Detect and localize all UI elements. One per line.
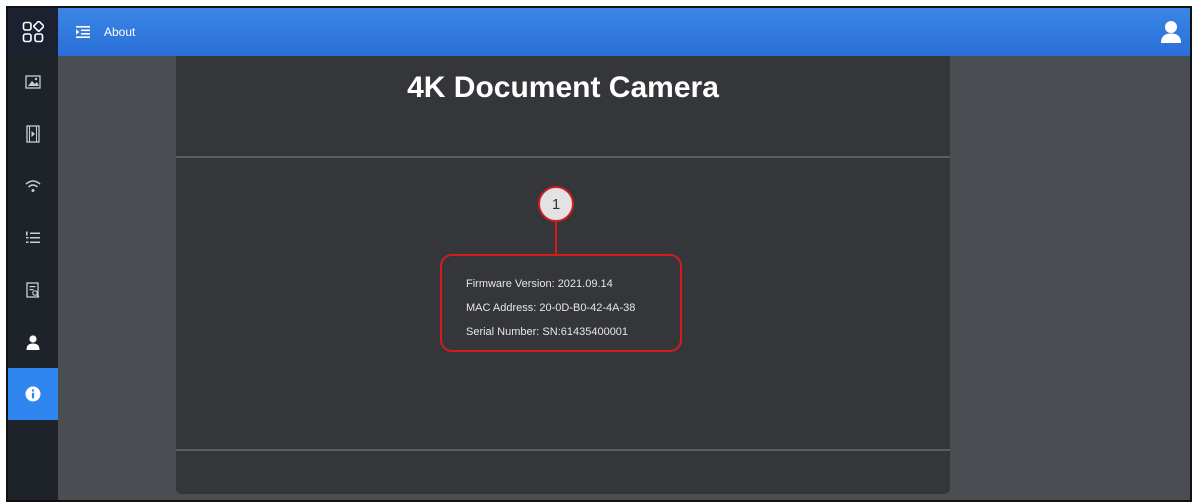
image-icon	[25, 75, 41, 89]
user-icon	[26, 334, 40, 350]
info-icon	[25, 386, 41, 402]
callout-line	[555, 222, 557, 254]
list-icon	[26, 231, 40, 243]
grid-diamond-logo-icon	[22, 21, 44, 43]
app-window: About 4K Document Camera 1 Firmware Vers…	[6, 6, 1192, 502]
app-logo[interactable]	[8, 8, 58, 56]
wifi-icon	[25, 180, 41, 192]
device-info-box: Firmware Version: 2021.09.14 MAC Address…	[440, 254, 682, 352]
page-title: About	[104, 25, 136, 39]
menu-toggle-button[interactable]	[74, 23, 92, 41]
divider	[176, 156, 950, 158]
sidebar-item-user[interactable]	[8, 316, 58, 368]
sidebar-item-wifi[interactable]	[8, 160, 58, 212]
sidebar-item-about[interactable]	[8, 368, 58, 420]
menu-collapse-icon	[76, 26, 90, 38]
sidebar-item-list[interactable]	[8, 212, 58, 264]
user-icon	[1161, 21, 1181, 43]
sidebar-item-image[interactable]	[8, 56, 58, 108]
sidebar-item-video[interactable]	[8, 108, 58, 160]
sidebar	[8, 56, 58, 500]
serial-number: Serial Number: SN:61435400001	[466, 326, 629, 338]
callout-marker: 1	[538, 186, 574, 222]
top-bar: About	[8, 8, 1190, 56]
mac-address: MAC Address: 20-0D-B0-42-4A-38	[466, 302, 636, 314]
device-title: 4K Document Camera	[407, 71, 719, 104]
divider	[176, 449, 950, 451]
about-panel: 4K Document Camera 1 Firmware Version: 2…	[176, 56, 950, 494]
sidebar-item-log[interactable]	[8, 264, 58, 316]
video-icon	[26, 125, 40, 143]
log-icon	[26, 282, 40, 298]
user-menu-button[interactable]	[1160, 20, 1182, 44]
firmware-version: Firmware Version: 2021.09.14	[466, 278, 613, 290]
